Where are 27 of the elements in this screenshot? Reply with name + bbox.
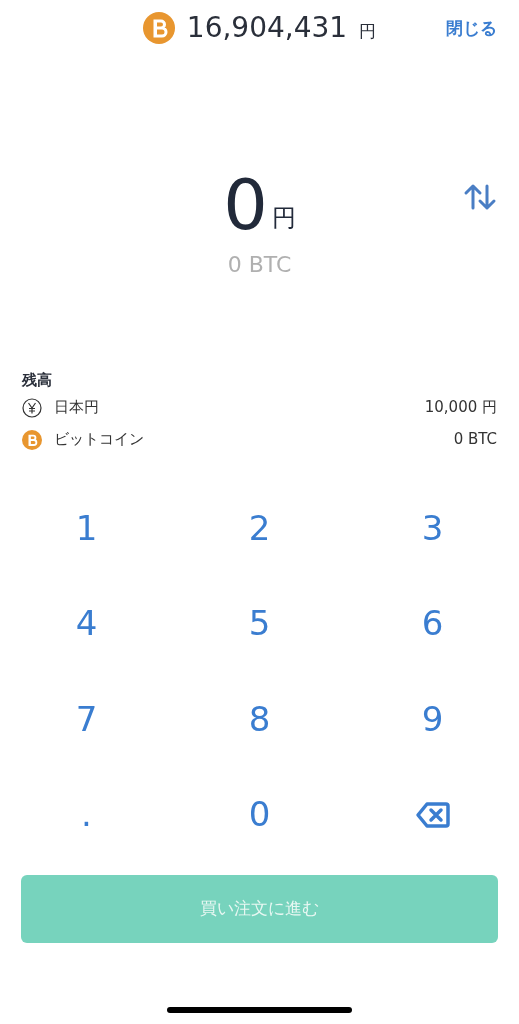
keypad-key[interactable]: 4 bbox=[36, 593, 137, 654]
keypad-key[interactable]: 2 bbox=[209, 498, 310, 559]
currency-name: 日本円 bbox=[54, 397, 99, 419]
keypad-key[interactable]: 0 bbox=[209, 784, 310, 845]
balance-value: 10,000 円 bbox=[424, 397, 497, 419]
keypad-key[interactable]: 1 bbox=[36, 498, 137, 559]
keypad-key[interactable]: 7 bbox=[36, 689, 137, 750]
keypad-key[interactable]: 3 bbox=[382, 498, 483, 559]
balance-value: 0 BTC bbox=[453, 429, 497, 451]
keypad-key[interactable]: 8 bbox=[209, 689, 310, 750]
keypad-key[interactable]: 6 bbox=[382, 593, 483, 654]
amount-unit: 円 bbox=[271, 203, 296, 234]
keypad-key[interactable]: . bbox=[36, 784, 137, 845]
swap-icon[interactable] bbox=[463, 182, 497, 212]
balance-title: 残高 bbox=[22, 370, 53, 391]
bitcoin-icon bbox=[142, 12, 175, 44]
amount-value: 0 bbox=[223, 170, 268, 240]
backspace-icon[interactable] bbox=[414, 800, 451, 829]
yen-icon bbox=[22, 397, 42, 418]
bitcoin-price: 16,904,431 bbox=[186, 10, 348, 46]
currency-name: ビットコイン bbox=[54, 429, 144, 451]
price-unit: 円 bbox=[359, 20, 377, 44]
keypad-key[interactable]: 9 bbox=[382, 689, 483, 750]
converted-amount: 0 BTC bbox=[227, 251, 292, 279]
close-button[interactable]: 閉じる bbox=[446, 16, 497, 42]
keypad-key[interactable]: 5 bbox=[209, 593, 310, 654]
bitcoin-icon bbox=[22, 429, 42, 450]
